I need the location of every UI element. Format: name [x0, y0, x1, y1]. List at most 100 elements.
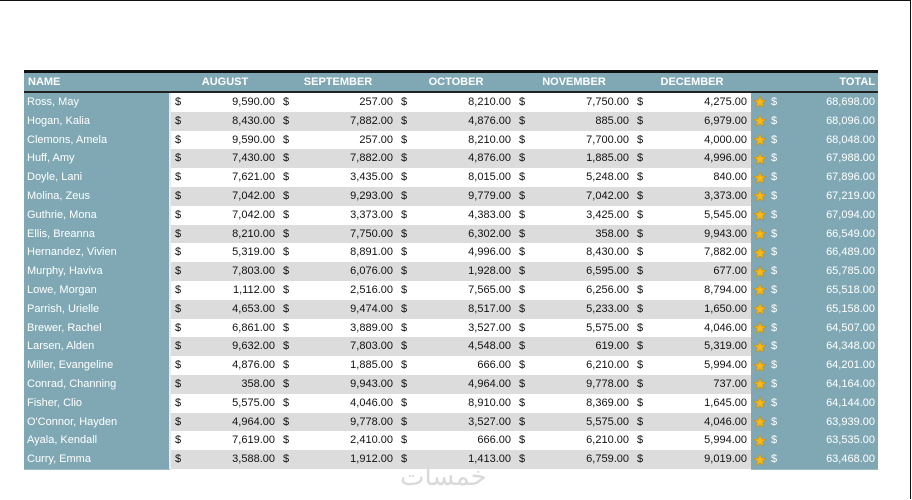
currency-symbol: $: [519, 434, 526, 447]
currency-symbol: $: [519, 114, 526, 127]
currency-symbol: $: [519, 453, 526, 466]
cell-value: 4,876.00: [468, 152, 511, 165]
row-name: Huff, Amy: [24, 149, 171, 170]
cell-dec: $4,046.00: [633, 412, 751, 433]
cell-aug: $9,590.00: [171, 130, 279, 151]
cell-value: 3,435.00: [350, 171, 393, 184]
table-row: Ayala, Kendall $7,619.00 $2,410.00 $666.00 $…: [24, 431, 878, 452]
header-september: SEPTEMBER: [303, 76, 373, 88]
cell-value: 3,527.00: [468, 415, 511, 428]
cell-value: 7,700.00: [586, 133, 629, 146]
cell-value: 257.00: [359, 96, 393, 108]
currency-symbol: $: [175, 434, 182, 447]
currency-symbol: $: [637, 302, 644, 315]
table-row: Larsen, Alden $9,632.00 $7,803.00 $4,548.00…: [24, 337, 878, 358]
currency-symbol: $: [175, 227, 182, 240]
currency-symbol: $: [771, 246, 778, 259]
cell-sep: $9,778.00: [279, 412, 397, 433]
star-icon: [753, 434, 767, 447]
currency-symbol: $: [175, 189, 182, 202]
cell-aug: $7,621.00: [171, 168, 279, 188]
row-name: Lowe, Morgan: [24, 280, 171, 301]
cell-sep: $9,474.00: [279, 299, 397, 320]
cell-value: 5,994.00: [704, 434, 747, 447]
header-name: NAME: [28, 76, 61, 88]
currency-symbol: $: [637, 434, 644, 447]
cell-value: 3,889.00: [350, 321, 393, 334]
cell-value: 619.00: [595, 340, 629, 353]
cell-value: 4,275.00: [704, 96, 747, 108]
cell-value: 1,885.00: [586, 152, 629, 165]
cell-value: 3,373.00: [350, 208, 393, 221]
table-row: Parrish, Urielle $4,653.00 $9,474.00 $8,517…: [24, 299, 878, 320]
currency-symbol: $: [283, 133, 290, 146]
table-row: Ross, May $9,590.00 $257.00 $8,210.00 $7,750…: [24, 93, 878, 113]
cell-value: 1,928.00: [468, 265, 511, 278]
cell-aug: $6,861.00: [171, 318, 279, 339]
total-value: 65,785.00: [826, 265, 875, 278]
cell-value: 6,979.00: [704, 114, 747, 127]
cell-value: 1,885.00: [350, 359, 393, 372]
row-name: Molina, Zeus: [24, 186, 171, 207]
cell-oct: $3,527.00: [397, 318, 515, 339]
star-icon: [753, 227, 767, 240]
cell-value: 7,042.00: [232, 208, 275, 221]
cell-nov: $1,885.00: [515, 149, 633, 170]
currency-symbol: $: [519, 283, 526, 296]
cell-aug: $9,590.00: [171, 93, 279, 113]
cell-total: $64,144.00: [751, 393, 878, 414]
table-header: NAME AUGUST SEPTEMBER OCTOBER NOVEMBER D…: [24, 70, 878, 93]
currency-symbol: $: [771, 359, 778, 372]
cell-value: 8,794.00: [704, 283, 747, 296]
cell-oct: $1,928.00: [397, 262, 515, 282]
cell-sep: $7,882.00: [279, 111, 397, 132]
cell-sep: $257.00: [279, 130, 397, 151]
currency-symbol: $: [175, 133, 182, 146]
cell-value: 9,590.00: [232, 96, 275, 108]
star-icon: [753, 265, 767, 278]
header-total: TOTAL: [839, 76, 875, 88]
total-value: 68,096.00: [826, 114, 875, 127]
table-row: Conrad, Channing $358.00 $9,943.00 $4,964.0…: [24, 374, 878, 395]
cell-dec: $4,000.00: [633, 130, 751, 151]
currency-symbol: $: [519, 321, 526, 334]
cell-dec: $5,994.00: [633, 431, 751, 452]
currency-symbol: $: [771, 434, 778, 447]
cell-aug: $4,653.00: [171, 299, 279, 320]
cell-nov: $885.00: [515, 111, 633, 132]
currency-symbol: $: [175, 96, 182, 108]
currency-symbol: $: [175, 377, 182, 390]
currency-symbol: $: [637, 283, 644, 296]
cell-value: 6,076.00: [350, 265, 393, 278]
cell-value: 9,474.00: [350, 302, 393, 315]
currency-symbol: $: [401, 246, 408, 259]
currency-symbol: $: [519, 377, 526, 390]
total-value: 64,507.00: [826, 321, 875, 334]
currency-symbol: $: [637, 265, 644, 278]
row-name: Conrad, Channing: [24, 374, 171, 395]
currency-symbol: $: [637, 453, 644, 466]
cell-dec: $9,943.00: [633, 224, 751, 245]
cell-oct: $4,964.00: [397, 374, 515, 395]
cell-value: 666.00: [477, 359, 511, 372]
cell-value: 4,000.00: [704, 133, 747, 146]
table-row: Murphy, Haviva $7,803.00 $6,076.00 $1,928.0…: [24, 262, 878, 282]
cell-value: 4,876.00: [468, 114, 511, 127]
currency-symbol: $: [283, 434, 290, 447]
currency-symbol: $: [519, 396, 526, 409]
cell-sep: $2,410.00: [279, 431, 397, 452]
total-value: 64,164.00: [826, 377, 875, 390]
currency-symbol: $: [771, 321, 778, 334]
total-value: 67,896.00: [826, 171, 875, 184]
currency-symbol: $: [283, 340, 290, 353]
cell-oct: $9,779.00: [397, 186, 515, 207]
cell-total: $68,698.00: [751, 93, 878, 113]
cell-total: $66,549.00: [751, 224, 878, 245]
cell-oct: $4,876.00: [397, 149, 515, 170]
star-icon: [753, 452, 767, 466]
cell-value: 4,653.00: [232, 302, 275, 315]
cell-value: 9,778.00: [586, 377, 629, 390]
currency-symbol: $: [175, 415, 182, 428]
cell-sep: $9,943.00: [279, 374, 397, 395]
cell-value: 4,876.00: [232, 359, 275, 372]
